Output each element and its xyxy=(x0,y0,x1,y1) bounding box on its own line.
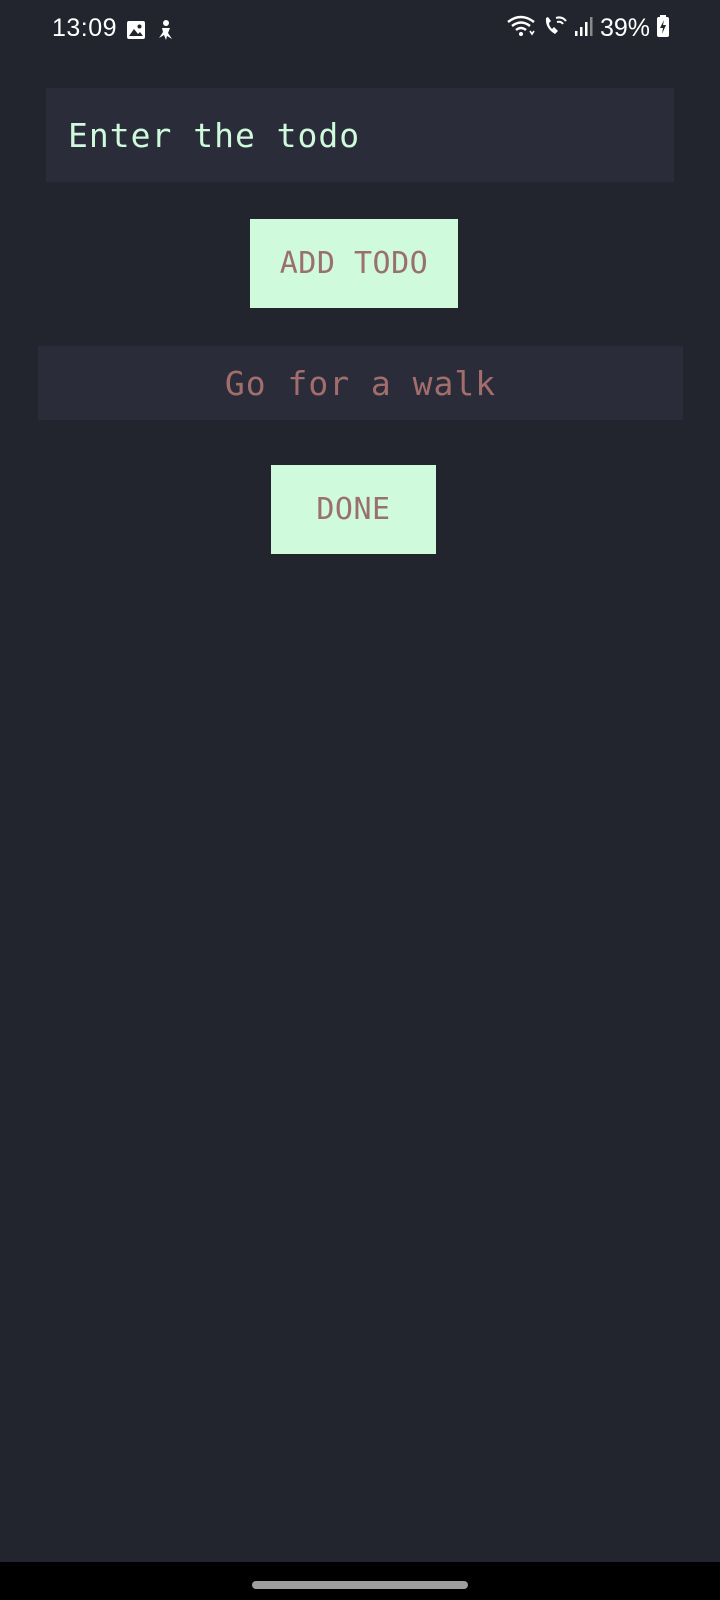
home-gesture-handle[interactable] xyxy=(252,1581,468,1589)
status-bar: 13:09 39% xyxy=(0,0,720,62)
battery-percentage: 39% xyxy=(599,14,650,42)
notification-figure-icon xyxy=(156,19,176,46)
wifi-calling-icon xyxy=(542,14,568,43)
done-button[interactable]: DONE xyxy=(271,465,436,554)
status-time: 13:09 xyxy=(52,14,118,42)
todo-item: Go for a walk xyxy=(38,346,683,420)
add-todo-button[interactable]: ADD TODO xyxy=(250,219,458,308)
wifi-icon xyxy=(506,14,536,43)
todo-input[interactable] xyxy=(46,88,674,182)
battery-charging-icon xyxy=(656,14,670,43)
gallery-icon xyxy=(126,20,146,45)
signal-icon xyxy=(574,15,594,42)
status-left-icons xyxy=(126,19,176,46)
status-right: 39% xyxy=(506,14,670,43)
